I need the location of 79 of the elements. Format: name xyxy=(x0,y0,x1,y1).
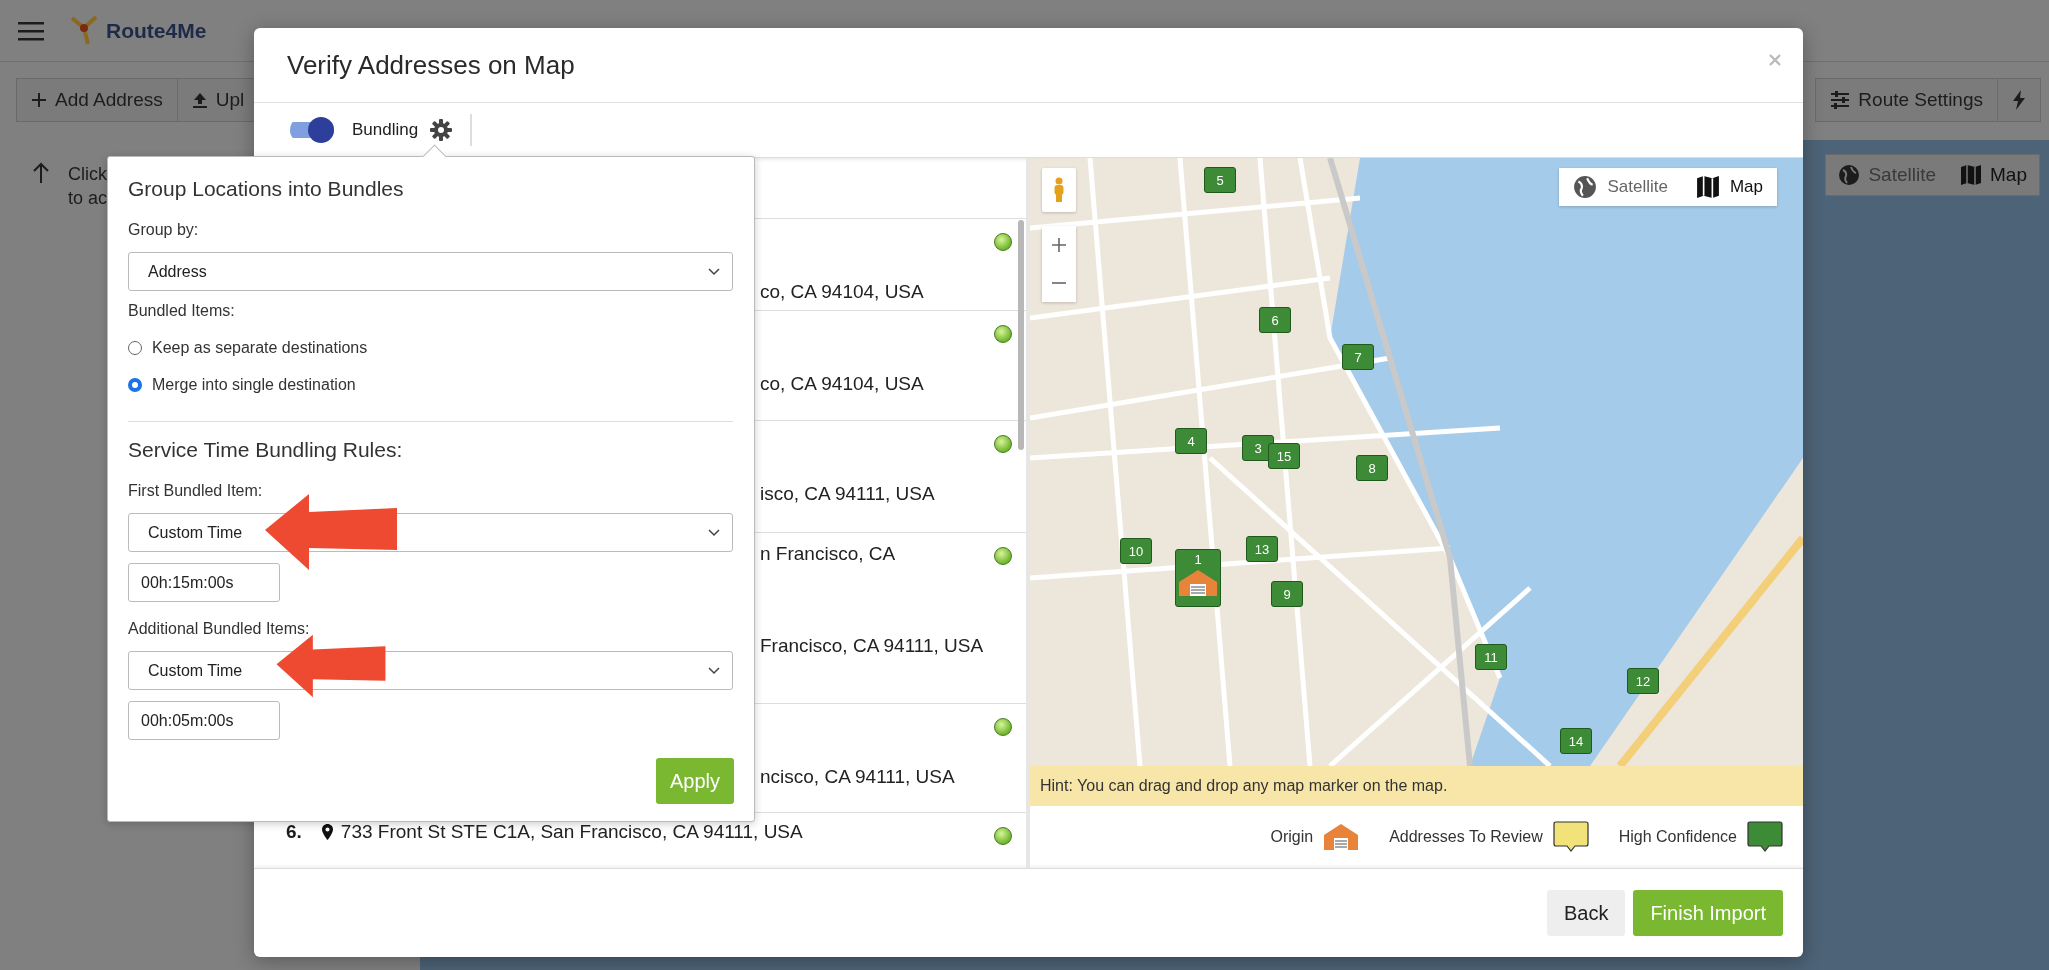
person-icon xyxy=(1053,177,1065,203)
field-label: Additional Bundled Items: xyxy=(128,620,310,638)
legend-label: High Confidence xyxy=(1618,828,1737,846)
status-dot-icon xyxy=(994,827,1012,845)
map-marker[interactable]: 14 xyxy=(1560,728,1592,754)
apply-button[interactable]: Apply xyxy=(655,758,734,804)
popover-title: Group Locations into Bundles xyxy=(128,177,404,201)
address-text: Francisco, CA 94111, USA xyxy=(760,635,984,657)
legend-label: Addresses To Review xyxy=(1389,828,1543,846)
address-text: isco, CA 94111, USA xyxy=(760,483,935,505)
chevron-down-icon xyxy=(708,267,720,276)
map-marker[interactable]: 6 xyxy=(1259,307,1291,333)
group-by-select[interactable]: Address xyxy=(128,252,733,291)
arrow-up-icon xyxy=(32,162,50,184)
status-dot-icon xyxy=(994,435,1012,453)
map-marker[interactable]: 4 xyxy=(1175,428,1207,454)
radio-option[interactable]: Merge into single destination xyxy=(128,370,356,400)
status-dot-icon xyxy=(994,547,1012,565)
zoom-out-button[interactable] xyxy=(1042,264,1076,302)
map-marker[interactable]: 10 xyxy=(1120,538,1152,564)
back-button[interactable]: Back xyxy=(1546,890,1626,936)
map-marker[interactable]: 9 xyxy=(1271,581,1303,607)
field-label: Bundled Items: xyxy=(128,302,235,320)
section-title: Service Time Bundling Rules: xyxy=(128,438,403,462)
hint-text: to ac xyxy=(68,187,108,210)
map-marker[interactable]: 1 xyxy=(1175,549,1221,607)
finish-import-button[interactable]: Finish Import xyxy=(1633,890,1783,936)
address-text: co, CA 94104, USA xyxy=(760,281,924,303)
legend-label: Origin xyxy=(1270,828,1314,846)
globe-icon xyxy=(1573,175,1598,199)
street-view-button[interactable] xyxy=(1042,168,1076,212)
map-marker[interactable]: 7 xyxy=(1342,344,1374,370)
status-dot-icon xyxy=(994,718,1012,736)
menu-icon[interactable] xyxy=(18,20,44,41)
location-pin-icon xyxy=(321,824,333,840)
address-text: 733 Front St STE C1A, San Francisco, CA 94111, USA xyxy=(340,821,803,843)
bundling-label: Bundling xyxy=(352,120,419,140)
hint-text: Click xyxy=(68,163,108,186)
dialog-title: Verify Addresses on Map xyxy=(287,49,575,81)
address-text: co, CA 94104, USA xyxy=(760,373,924,395)
time-input[interactable]: 00h:05m:00s xyxy=(128,701,280,740)
zoom-in-button[interactable] xyxy=(1042,226,1076,264)
add-address-button[interactable]: Add Address xyxy=(17,79,178,121)
status-dot-icon xyxy=(994,325,1012,343)
scrollbar[interactable] xyxy=(1018,220,1024,450)
chevron-down-icon xyxy=(708,528,720,537)
sliders-icon xyxy=(1830,91,1851,109)
map-marker[interactable]: 11 xyxy=(1475,644,1507,670)
field-label: Group by: xyxy=(128,221,199,239)
map-marker[interactable]: 8 xyxy=(1356,455,1388,481)
settings-icon[interactable] xyxy=(430,119,453,141)
map-marker[interactable]: 12 xyxy=(1627,668,1659,694)
plus-icon xyxy=(1052,238,1066,252)
map-marker[interactable]: 13 xyxy=(1246,536,1278,562)
hint-banner: Hint: You can drag and drop any map marker on the map. xyxy=(1030,766,1803,806)
map-type-button[interactable]: Satellite xyxy=(1826,155,1949,195)
logo-text[interactable]: Route4Me xyxy=(106,18,207,43)
map-icon xyxy=(1695,175,1720,199)
map-icon xyxy=(1960,164,1983,186)
lightning-icon xyxy=(2012,90,2026,110)
house-icon xyxy=(1178,569,1218,597)
map-type-button[interactable]: Map xyxy=(1948,155,2039,195)
time-input[interactable]: 00h:15m:00s xyxy=(128,563,280,602)
radio-button[interactable] xyxy=(128,378,142,392)
map-type-button[interactable]: Map xyxy=(1681,168,1777,206)
chevron-down-icon xyxy=(708,666,720,675)
stop-number: 6. xyxy=(286,821,302,843)
map-marker[interactable]: 5 xyxy=(1204,167,1236,193)
upload-icon xyxy=(191,91,208,109)
plus-icon xyxy=(31,92,47,108)
address-text: ncisco, CA 94111, USA xyxy=(760,766,955,788)
globe-icon xyxy=(1838,164,1861,186)
map-marker[interactable]: 15 xyxy=(1268,443,1300,469)
field-label: First Bundled Item: xyxy=(128,482,263,500)
address-text: n Francisco, CA xyxy=(760,543,897,565)
service-time-select[interactable]: Custom Time xyxy=(128,651,733,690)
status-dot-icon xyxy=(994,233,1012,251)
radio-option[interactable]: Keep as separate destinations xyxy=(128,333,368,363)
map-type-button[interactable]: Satellite xyxy=(1559,168,1682,206)
